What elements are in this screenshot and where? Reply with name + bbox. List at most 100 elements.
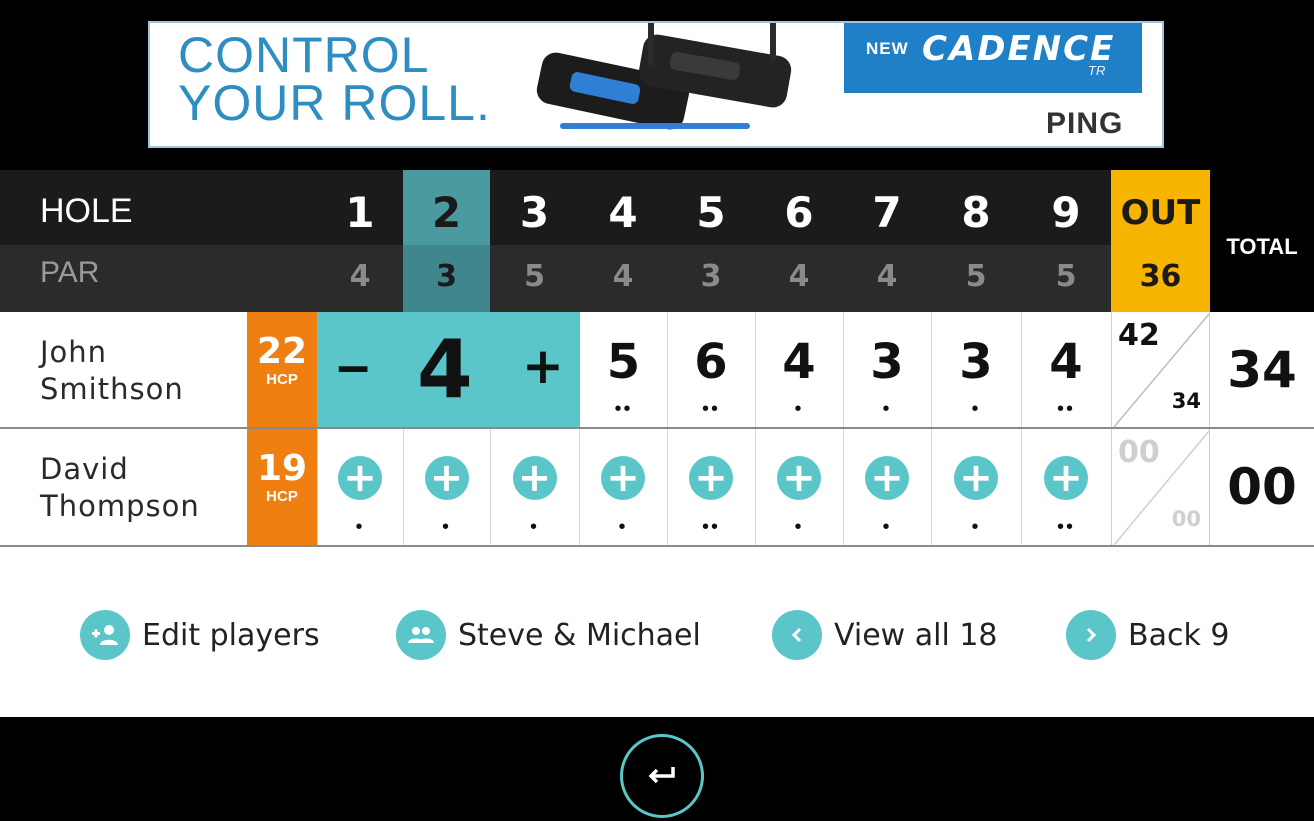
- hole-5[interactable]: 5: [667, 170, 755, 245]
- action-bar: Edit players Steve & Michael View all 18…: [0, 600, 1314, 670]
- stroke-dots: ••: [1056, 398, 1075, 420]
- par-7: 4: [876, 259, 898, 294]
- stroke-dots: •: [971, 516, 981, 538]
- back-nine-label: Back 9: [1128, 617, 1230, 653]
- plus-icon: +: [601, 456, 645, 500]
- player-total: 34: [1227, 340, 1297, 399]
- hole-8[interactable]: 8: [931, 170, 1021, 245]
- handicap-badge: 22 HCP: [247, 312, 317, 427]
- stroke-dots: •: [529, 516, 539, 538]
- player-row-david: David Thompson 19 HCP + • + • + • + • + •• + •…: [0, 429, 1314, 547]
- add-score-hole-6[interactable]: + •: [755, 429, 843, 545]
- add-score-hole-1[interactable]: + •: [317, 429, 403, 545]
- ad-product-suffix: TR: [1088, 63, 1106, 78]
- group-button[interactable]: Steve & Michael: [396, 610, 701, 660]
- ad-banner[interactable]: CONTROL YOUR ROLL. NEW CADENCE TR PING: [148, 21, 1164, 148]
- chevron-left-icon: [772, 610, 822, 660]
- score-hole-7[interactable]: 3 •: [843, 312, 931, 427]
- hole-4[interactable]: 4: [579, 170, 667, 245]
- add-score-hole-9[interactable]: + ••: [1021, 429, 1111, 545]
- score-hole-4[interactable]: 5 ••: [580, 312, 667, 427]
- stroke-dots: •: [618, 516, 628, 538]
- return-button[interactable]: [620, 734, 704, 818]
- hole-1[interactable]: 1: [317, 170, 403, 245]
- back-nine-button[interactable]: Back 9: [1066, 610, 1229, 660]
- hole-row: HOLE 1 2 3 4 5 6 7 8 9 OUT: [0, 170, 1314, 245]
- plus-icon: +: [338, 456, 382, 500]
- score-hole-8[interactable]: 3 •: [931, 312, 1021, 427]
- chevron-right-icon: [1066, 610, 1116, 660]
- add-score-hole-3[interactable]: + •: [490, 429, 579, 545]
- view-all-button[interactable]: View all 18: [772, 610, 998, 660]
- out-net: 00: [1171, 507, 1201, 531]
- par-5: 3: [700, 259, 722, 294]
- stroke-dots: •: [441, 516, 451, 538]
- increment-button[interactable]: +: [522, 336, 564, 396]
- player-name[interactable]: John Smithson: [40, 334, 184, 408]
- par-4: 4: [612, 259, 634, 294]
- par-2-selected: 3: [403, 245, 490, 312]
- active-score: 4: [417, 323, 473, 416]
- score-hole-9[interactable]: 4 ••: [1021, 312, 1111, 427]
- ad-brand-logo: PING: [1046, 107, 1124, 140]
- bottom-bar: [0, 717, 1314, 821]
- score-hole-5[interactable]: 6 ••: [667, 312, 755, 427]
- handicap-badge: 19 HCP: [247, 429, 317, 545]
- plus-icon: +: [865, 456, 909, 500]
- par-label: PAR: [40, 256, 100, 289]
- hole-2-selected[interactable]: 2: [403, 170, 490, 245]
- add-person-icon: [80, 610, 130, 660]
- hole-3[interactable]: 3: [490, 170, 579, 245]
- edit-players-label: Edit players: [142, 617, 320, 653]
- return-icon: [648, 767, 675, 784]
- stroke-dots: ••: [1056, 516, 1075, 538]
- stroke-dots: •: [355, 516, 365, 538]
- par-6: 4: [788, 259, 810, 294]
- total-header: TOTAL: [1210, 170, 1314, 312]
- out-gross: 00: [1118, 435, 1160, 470]
- plus-icon: +: [954, 456, 998, 500]
- plus-icon: +: [689, 456, 733, 500]
- hole-6[interactable]: 6: [755, 170, 843, 245]
- stroke-dots: ••: [701, 516, 720, 538]
- add-score-hole-5[interactable]: + ••: [667, 429, 755, 545]
- out-total-box: 42 34: [1111, 312, 1210, 428]
- plus-icon: +: [1044, 456, 1088, 500]
- player-row-john: John Smithson 22 HCP – 4 + 5 •• 6 •• 4 • 3 •…: [0, 312, 1314, 429]
- ad-headline-line1: CONTROL: [178, 27, 430, 83]
- add-score-hole-7[interactable]: + •: [843, 429, 931, 545]
- par-row: PAR 4 3 5 4 3 4 4 5 5 36: [0, 245, 1314, 312]
- plus-icon: +: [512, 456, 557, 500]
- ad-headline: CONTROL YOUR ROLL.: [178, 27, 491, 131]
- group-label: Steve & Michael: [458, 617, 701, 653]
- score-hole-6[interactable]: 4 •: [755, 312, 843, 427]
- stroke-dots: •: [971, 398, 981, 420]
- out-par: 36: [1111, 245, 1210, 312]
- player-name[interactable]: David Thompson: [40, 451, 200, 525]
- par-1: 4: [349, 259, 371, 294]
- ad-headline-line2: YOUR ROLL.: [178, 75, 491, 131]
- decrement-button[interactable]: –: [337, 336, 369, 396]
- out-gross: 42: [1118, 318, 1160, 353]
- stroke-dots: •: [882, 516, 892, 538]
- stroke-dots: ••: [614, 398, 633, 420]
- par-8: 5: [965, 259, 987, 294]
- group-icon: [396, 610, 446, 660]
- add-score-hole-2[interactable]: + •: [403, 429, 490, 545]
- par-3: 5: [524, 259, 545, 294]
- stroke-dots: •: [794, 516, 804, 538]
- ad-product-name: CADENCE: [922, 29, 1116, 69]
- hole-7[interactable]: 7: [843, 170, 931, 245]
- plus-icon: +: [777, 456, 821, 500]
- add-score-hole-4[interactable]: + •: [579, 429, 667, 545]
- add-score-hole-8[interactable]: + •: [931, 429, 1021, 545]
- view-all-label: View all 18: [834, 617, 998, 653]
- stroke-dots: ••: [701, 398, 720, 420]
- hole-9[interactable]: 9: [1021, 170, 1111, 245]
- score-editor: – 4 +: [317, 312, 580, 427]
- ad-product-panel: NEW CADENCE TR: [844, 23, 1142, 93]
- putter-image: [536, 23, 792, 130]
- ad-band: CONTROL YOUR ROLL. NEW CADENCE TR PING: [0, 0, 1314, 170]
- edit-players-button[interactable]: Edit players: [80, 610, 320, 660]
- hole-label: HOLE: [40, 192, 133, 230]
